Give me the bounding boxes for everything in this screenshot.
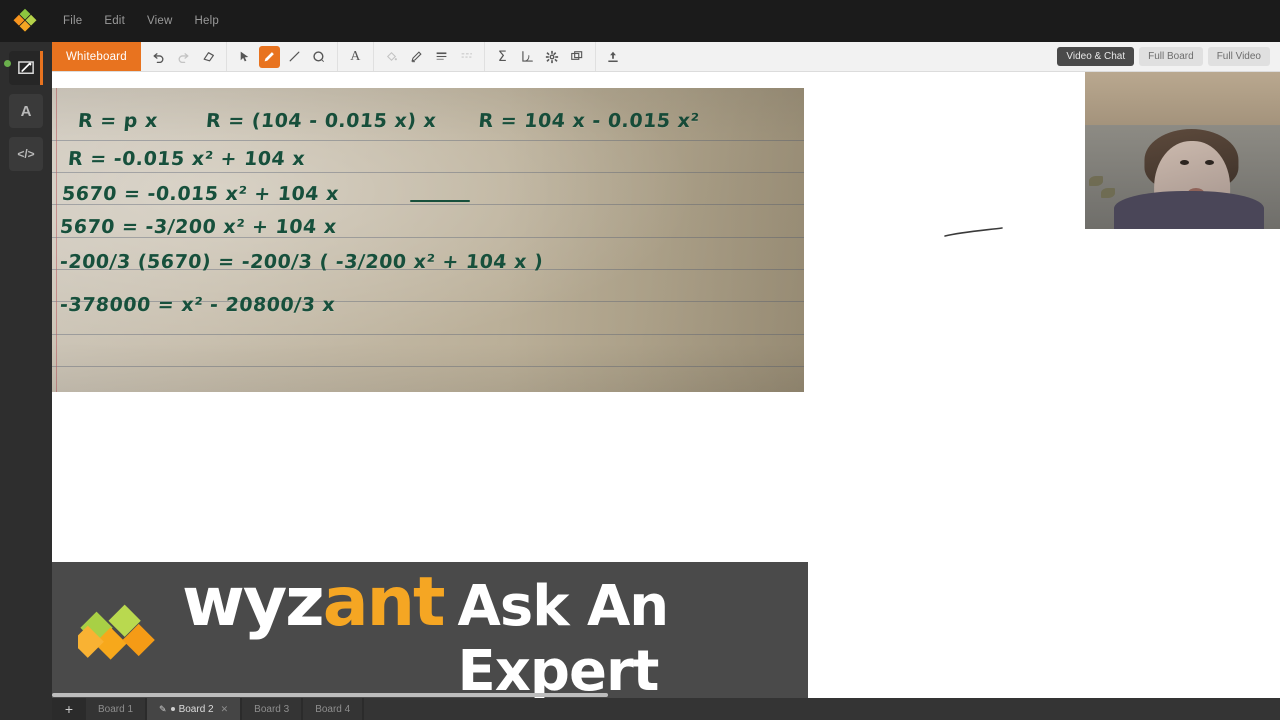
line-icon[interactable] [284, 46, 305, 68]
scrollbar-thumb[interactable] [52, 693, 608, 697]
video-person-shoulders [1113, 191, 1264, 229]
graph-axes-icon[interactable] [517, 46, 538, 68]
video-wall-upper [1085, 72, 1280, 126]
equation-sigma-icon[interactable]: Σ [492, 46, 513, 68]
add-board-button[interactable]: + [52, 698, 86, 720]
eraser-icon[interactable] [198, 46, 219, 68]
upload-icon[interactable] [603, 46, 624, 68]
redo-icon[interactable] [173, 46, 194, 68]
line-weight-icon[interactable] [431, 46, 452, 68]
board-tab-1[interactable]: Board 1 [86, 698, 146, 720]
hand-drawn-line[interactable] [942, 224, 1022, 244]
brand-wyz-text: wyz [182, 562, 325, 642]
banner-wordmark: wyz ant Ask An Expert [182, 563, 808, 704]
wyzant-ask-an-expert-banner: wyz ant Ask An Expert [52, 562, 808, 704]
text-a-icon: A [20, 102, 32, 120]
rail-item-whiteboard[interactable] [4, 51, 43, 85]
left-rail: A </> [0, 42, 52, 720]
video-wall-decoration [1089, 176, 1103, 186]
rail-item-text[interactable]: A [9, 94, 43, 128]
wyzant-logo-mark-icon [71, 597, 166, 669]
paper-shadow-overlay [52, 88, 804, 392]
menu-items: File Edit View Help [52, 11, 230, 31]
menu-bar: File Edit View Help [0, 0, 1280, 42]
board-tab-3-label: Board 3 [254, 703, 290, 715]
whiteboard-pen-icon [18, 61, 34, 74]
tool-bar: Whiteboard A Σ Video & Chat Full Board F… [52, 42, 1280, 72]
tab-bar-filler [364, 698, 1280, 720]
view-button-full-video[interactable]: Full Video [1207, 47, 1270, 66]
pencil-icon[interactable] [258, 45, 280, 68]
layers-icon[interactable] [567, 46, 588, 68]
board-unsaved-dot-icon [170, 707, 175, 711]
video-person-eye-right [1205, 160, 1214, 165]
board-tab-1-label: Board 1 [98, 703, 134, 715]
brand-ant-text: ant [322, 562, 446, 642]
board-tab-2[interactable]: ✎ Board 2 ✕ [147, 698, 241, 720]
video-wall-decoration-2 [1101, 188, 1115, 198]
board-tab-2-label: Board 2 [178, 703, 214, 715]
board-tab-2-close-icon[interactable]: ✕ [221, 704, 229, 715]
notebook-paper-image[interactable]: R = p x R = (104 - 0.015 x) x R = 104 x … [52, 88, 804, 392]
view-mode-buttons: Video & Chat Full Board Full Video [1057, 42, 1280, 71]
board-editing-pencil-icon: ✎ [159, 703, 167, 714]
tool-group-draw [227, 42, 338, 71]
fill-bucket-icon[interactable] [381, 46, 402, 68]
select-cursor-icon[interactable] [234, 46, 255, 68]
text-tool-icon[interactable]: A [345, 46, 366, 68]
menu-item-file[interactable]: File [52, 11, 93, 31]
dash-style-icon[interactable] [456, 46, 477, 68]
board-tab-4-label: Board 4 [315, 703, 351, 715]
webcam-video-panel[interactable] [1085, 72, 1280, 229]
undo-icon[interactable] [148, 46, 169, 68]
view-button-video-chat[interactable]: Video & Chat [1057, 47, 1135, 66]
view-button-full-board[interactable]: Full Board [1139, 47, 1203, 66]
code-brackets-icon: </> [17, 147, 35, 161]
menu-item-view[interactable]: View [136, 11, 184, 31]
settings-gear-icon[interactable] [542, 46, 563, 68]
online-status-dot [4, 60, 11, 67]
rail-item-code[interactable]: </> [9, 137, 43, 171]
board-tab-4[interactable]: Board 4 [303, 698, 363, 720]
tool-group-insert: Σ [485, 42, 596, 71]
video-person-eye-left [1180, 160, 1189, 165]
wyzant-logo-icon [12, 8, 38, 34]
board-tab-bar: + Board 1 ✎ Board 2 ✕ Board 3 Board 4 [52, 698, 1280, 720]
rail-active-indicator [40, 51, 43, 85]
tool-group-upload [596, 42, 631, 71]
stroke-color-icon[interactable] [406, 46, 427, 68]
tool-group-history [141, 42, 227, 71]
ellipse-icon[interactable] [309, 46, 330, 68]
whiteboard-app: File Edit View Help A </> Whiteboard A Σ… [0, 0, 1280, 720]
board-tab-3[interactable]: Board 3 [242, 698, 302, 720]
menu-item-help[interactable]: Help [184, 11, 230, 31]
tool-group-style [374, 42, 485, 71]
whiteboard-tab[interactable]: Whiteboard [52, 42, 141, 71]
menu-item-edit[interactable]: Edit [93, 11, 136, 31]
banner-tagline: Ask An Expert [457, 573, 670, 704]
tool-group-text: A [338, 42, 374, 71]
